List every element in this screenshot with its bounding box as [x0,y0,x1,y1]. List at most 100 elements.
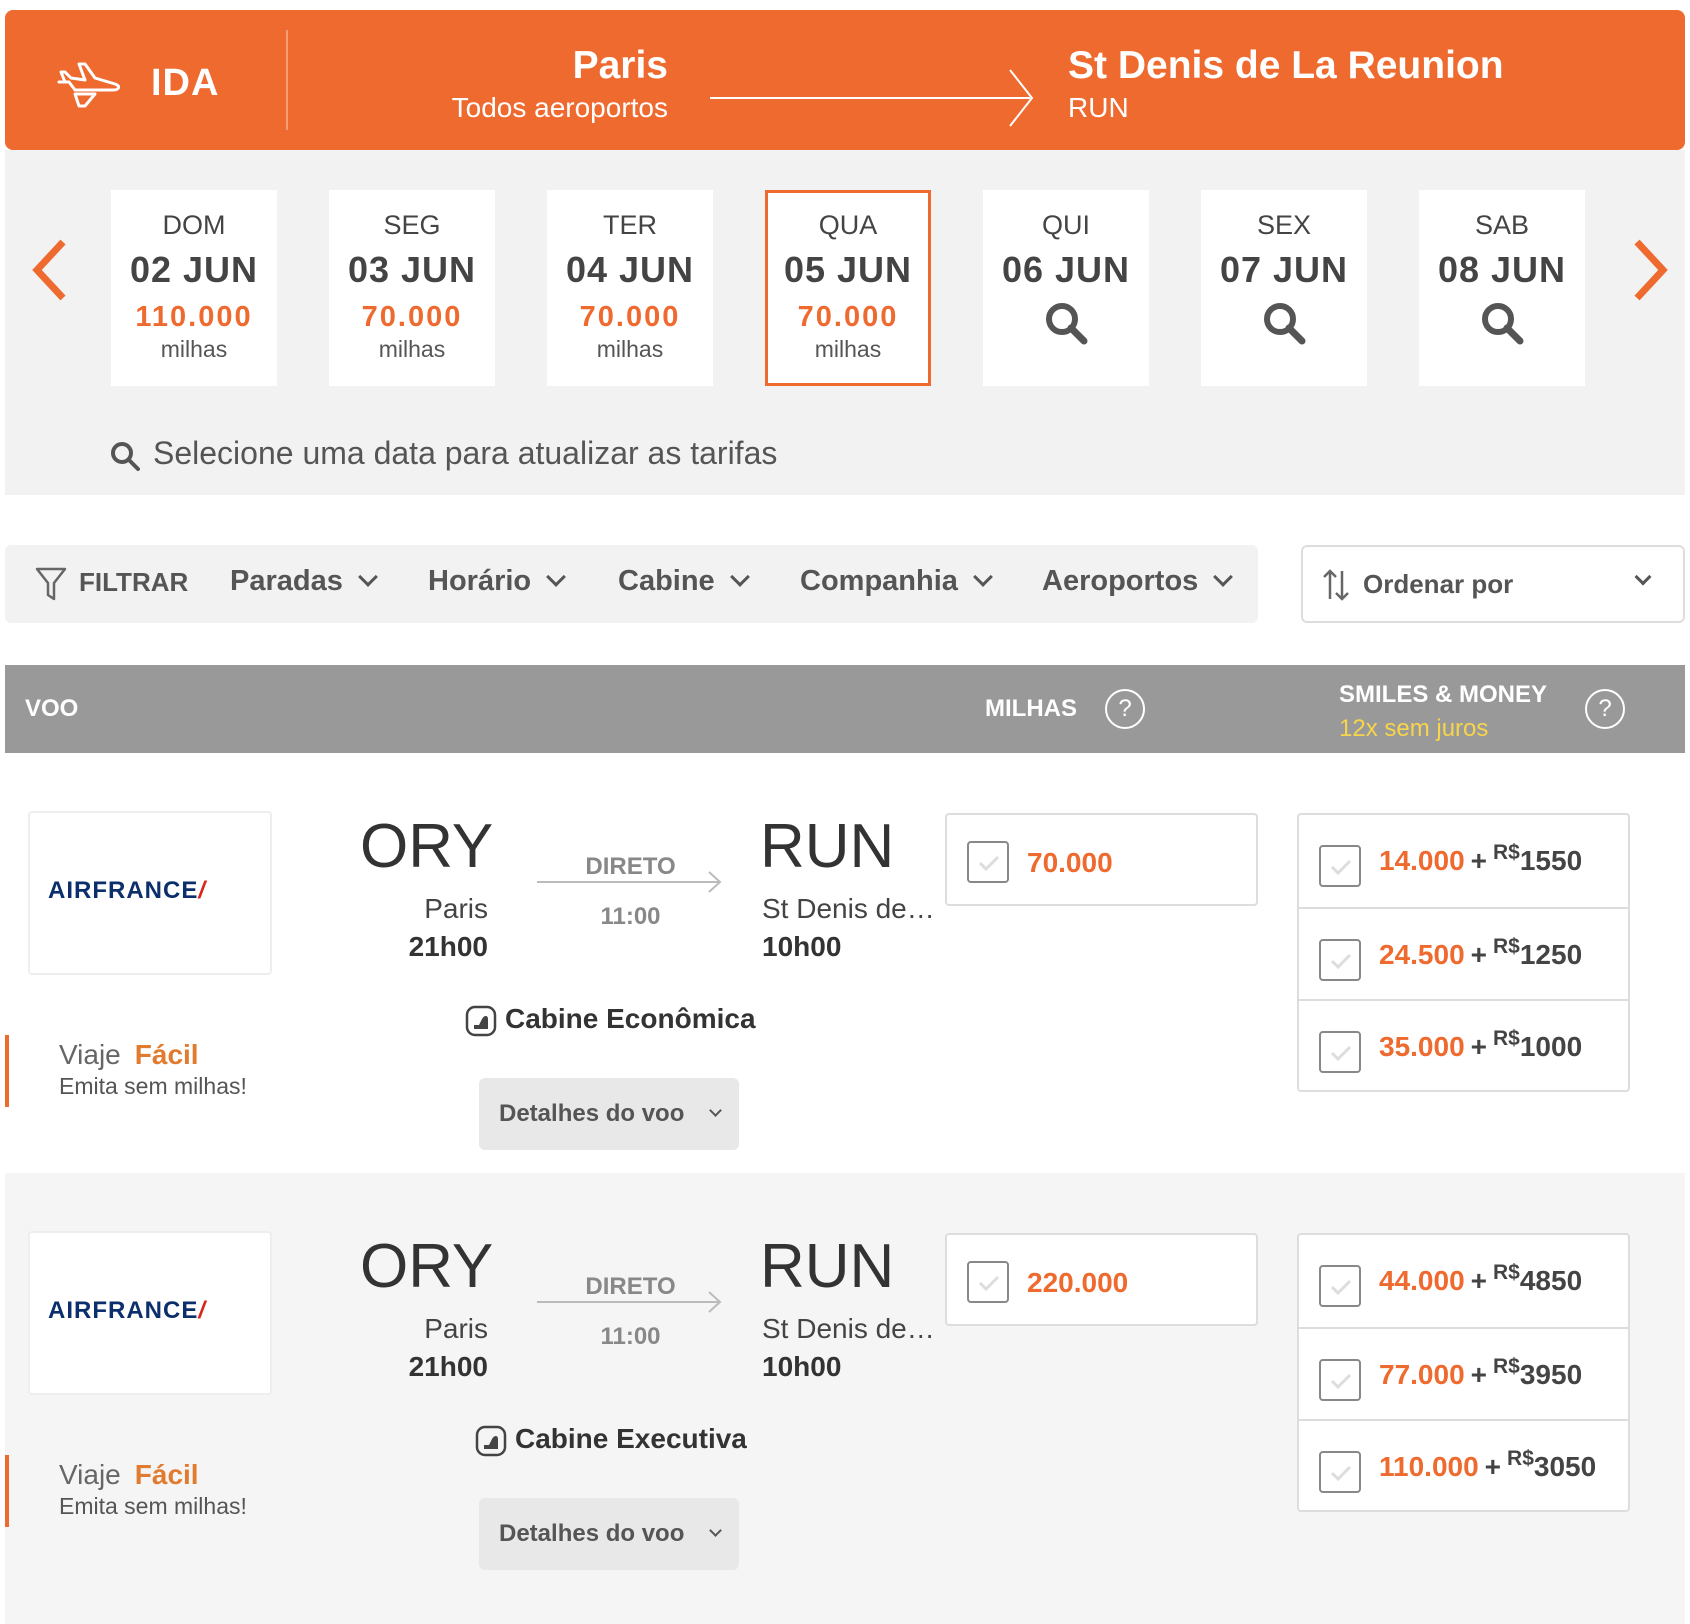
option-miles: 44.000 [1379,1265,1465,1296]
filter-companhia[interactable]: Companhia [800,565,993,598]
viaje-facil-subtitle: Emita sem milhas! [59,1073,247,1099]
option-miles: 77.000 [1379,1359,1465,1390]
option-money: 1550 [1519,845,1583,876]
date-option[interactable]: QUI 06 JUN [983,190,1149,386]
chevron-down-icon [729,567,750,587]
fare-checkbox[interactable] [967,1261,1009,1303]
option-currency: R$ [1493,841,1520,864]
option-money: 1250 [1519,939,1583,970]
check-icon [1330,1279,1352,1296]
check-icon [978,1275,1000,1292]
smiles-money-option[interactable]: 14.000 + R$1550 [1299,815,1628,907]
fare-checkbox[interactable] [1319,1359,1361,1401]
option-miles: 14.000 [1379,845,1465,876]
fare-checkbox[interactable] [1319,1451,1361,1493]
origin-airports: Todos aeroportos [451,92,668,123]
search-icon [1482,303,1524,345]
destination-code: RUN [1068,92,1129,123]
miles-fare-option[interactable]: 70.000 [945,813,1258,906]
cabin-class: Cabine Executiva [475,1423,747,1457]
help-icon[interactable]: ? [1585,689,1625,729]
date-option[interactable]: SEX 07 JUN [1201,190,1367,386]
date-option[interactable]: TER 04 JUN 70.000 milhas [547,190,713,386]
smiles-money-option[interactable]: 44.000 + R$4850 [1299,1235,1628,1327]
departure-city: Paris [424,893,488,924]
check-icon [1330,1373,1352,1390]
day-price: 110.000 [135,301,253,333]
day-price: 70.000 [361,301,463,333]
viaje-facil-promo[interactable]: Viaje Fácil Emita sem milhas! [59,1039,247,1100]
check-icon [1330,859,1352,876]
seat-icon [475,1425,507,1456]
fare-checkbox[interactable] [1319,1265,1361,1307]
seat-icon [465,1005,497,1036]
chevron-right-icon[interactable] [1625,230,1675,310]
fare-checkbox[interactable] [1319,845,1361,887]
filter-label: FILTRAR [79,567,189,597]
column-milhas: MILHAS [985,695,1077,722]
help-icon[interactable]: ? [1105,689,1145,729]
miles-value: 220.000 [1027,1267,1129,1298]
option-miles: 110.000 [1379,1451,1479,1482]
fare-checkbox[interactable] [1319,1031,1361,1073]
viaje-facil-promo[interactable]: Viaje Fácil Emita sem milhas! [59,1459,247,1520]
fare-checkbox[interactable] [1319,939,1361,981]
flight-row: AIRFRANCE/ Viaje Fácil Emita sem milhas! … [5,753,1685,1173]
day-date: 03 JUN [347,249,477,290]
chevron-left-icon[interactable] [25,230,75,310]
option-miles: 35.000 [1379,1031,1465,1062]
flight-details-button[interactable]: Detalhes do voo [479,1078,739,1150]
smiles-money-option[interactable]: 110.000 + R$3050 [1299,1419,1628,1511]
filter-icon [35,567,67,601]
cabin-label: Cabine Executiva [515,1423,747,1454]
chevron-down-icon [973,567,993,587]
date-option-selected[interactable]: QUA 05 JUN 70.000 milhas [765,190,931,386]
filter-toggle[interactable]: FILTRAR [35,567,188,601]
fare-checkbox[interactable] [967,841,1009,883]
day-date: 05 JUN [783,249,913,290]
option-money: 3950 [1519,1359,1583,1390]
check-icon [1330,1045,1352,1062]
option-currency: R$ [1493,1355,1520,1378]
viaje-label: Viaje [59,1039,121,1070]
flight-arrow-icon [537,871,722,893]
option-money: 1000 [1519,1031,1583,1062]
arrival-city: St Denis de La Reunion [762,1313,937,1344]
flight-details-button[interactable]: Detalhes do voo [479,1498,739,1570]
date-option[interactable]: SEG 03 JUN 70.000 milhas [329,190,495,386]
departure-city: Paris [424,1313,488,1344]
option-miles: 24.500 [1379,939,1465,970]
smiles-money-option[interactable]: 24.500 + R$1250 [1299,907,1628,999]
arrival-airport-code: RUN [760,812,895,881]
smiles-money-option[interactable]: 35.000 + R$1000 [1299,999,1628,1091]
flight-duration: 11:00 [600,903,661,930]
chevron-down-icon [1213,567,1234,587]
destination: St Denis de La Reunion RUN [1068,44,1504,124]
smiles-money-options: 44.000 + R$4850 77.000 + R$3950 110.000 + R$30… [1297,1233,1630,1512]
facil-label: Fácil [134,1039,199,1070]
smiles-money-option[interactable]: 77.000 + R$3950 [1299,1327,1628,1419]
option-currency: R$ [1493,1261,1520,1284]
sort-dropdown[interactable]: Ordenar por [1301,545,1685,623]
day-unit: milhas [814,336,882,362]
details-label: Detalhes do voo [499,1100,685,1127]
filter-cabine[interactable]: Cabine [618,565,750,598]
smiles-money-options: 14.000 + R$1550 24.500 + R$1250 35.000 + R$100… [1297,813,1630,1092]
option-money: 3050 [1533,1451,1597,1482]
filter-horario[interactable]: Horário [428,565,567,598]
date-selector: DOM 02 JUN 110.000 milhas SEG 03 JUN 70.… [5,150,1685,495]
filter-horario-label: Horário [428,565,532,597]
filter-aeroportos[interactable]: Aeroportos [1042,565,1234,598]
miles-fare-option[interactable]: 220.000 [945,1233,1258,1326]
viaje-label: Viaje [59,1459,121,1490]
chevron-down-icon [546,567,567,587]
airline-name: AIRFRANCE/ [48,1297,206,1324]
date-option[interactable]: DOM 02 JUN 110.000 milhas [111,190,277,386]
date-option[interactable]: SAB 08 JUN [1419,190,1585,386]
day-of-week: QUA [818,210,878,240]
date-hint: Selecione uma data para atualizar as tar… [109,435,777,472]
search-icon [1046,303,1088,345]
filter-paradas[interactable]: Paradas [230,565,378,598]
day-of-week: DOM [162,210,226,240]
flight-duration: 11:00 [600,1323,661,1350]
